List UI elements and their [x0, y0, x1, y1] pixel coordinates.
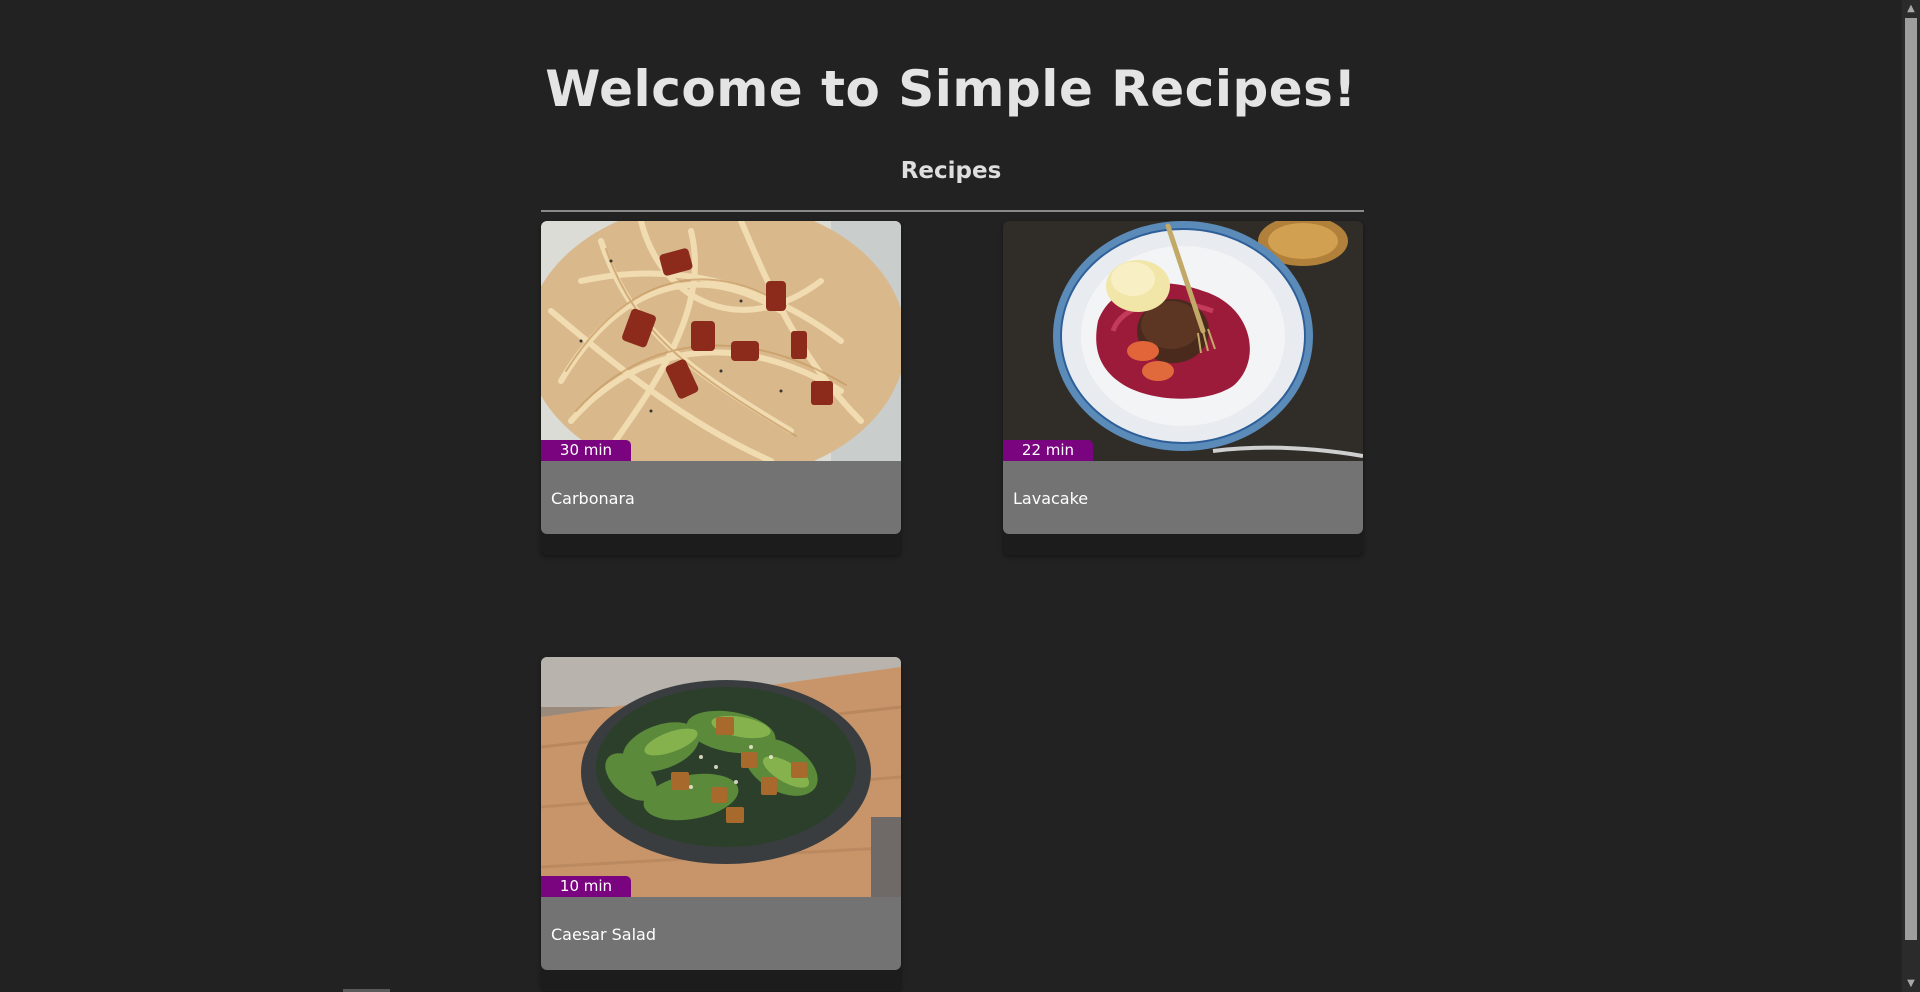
recipe-image-carbonara[interactable] — [541, 221, 901, 461]
scrollbar-thumb[interactable] — [1905, 18, 1917, 940]
recipe-name[interactable]: Lavacake — [1013, 489, 1088, 508]
vertical-scrollbar[interactable]: ▲ ▼ — [1902, 0, 1920, 992]
cook-time-badge: 10 min — [541, 876, 631, 897]
recipe-name[interactable]: Caesar Salad — [551, 925, 656, 944]
recipe-card-body[interactable]: Carbonara — [541, 461, 901, 534]
recipe-image-lavacake[interactable] — [1003, 221, 1363, 461]
cook-time-badge: 22 min — [1003, 440, 1093, 461]
recipe-name[interactable]: Carbonara — [551, 489, 635, 508]
page: Welcome to Simple Recipes! Recipes 30 mi… — [0, 0, 1902, 992]
recipe-card-body[interactable]: Caesar Salad — [541, 897, 901, 970]
recipe-card-caesar-salad[interactable]: 10 min Caesar Salad — [541, 657, 901, 991]
cook-time-badge: 30 min — [541, 440, 631, 461]
chevron-up-icon[interactable]: ▲ — [1902, 0, 1920, 17]
recipe-card-carbonara[interactable]: 30 min Carbonara — [541, 221, 901, 555]
section-divider — [541, 210, 1364, 212]
recipe-card-lavacake[interactable]: 22 min Lavacake — [1003, 221, 1363, 555]
recipe-image-caesar-salad[interactable] — [541, 657, 901, 897]
chevron-down-icon[interactable]: ▼ — [1902, 975, 1920, 992]
section-heading-recipes: Recipes — [900, 158, 1002, 184]
page-title: Welcome to Simple Recipes! — [545, 60, 1357, 118]
recipe-card-body[interactable]: Lavacake — [1003, 461, 1363, 534]
